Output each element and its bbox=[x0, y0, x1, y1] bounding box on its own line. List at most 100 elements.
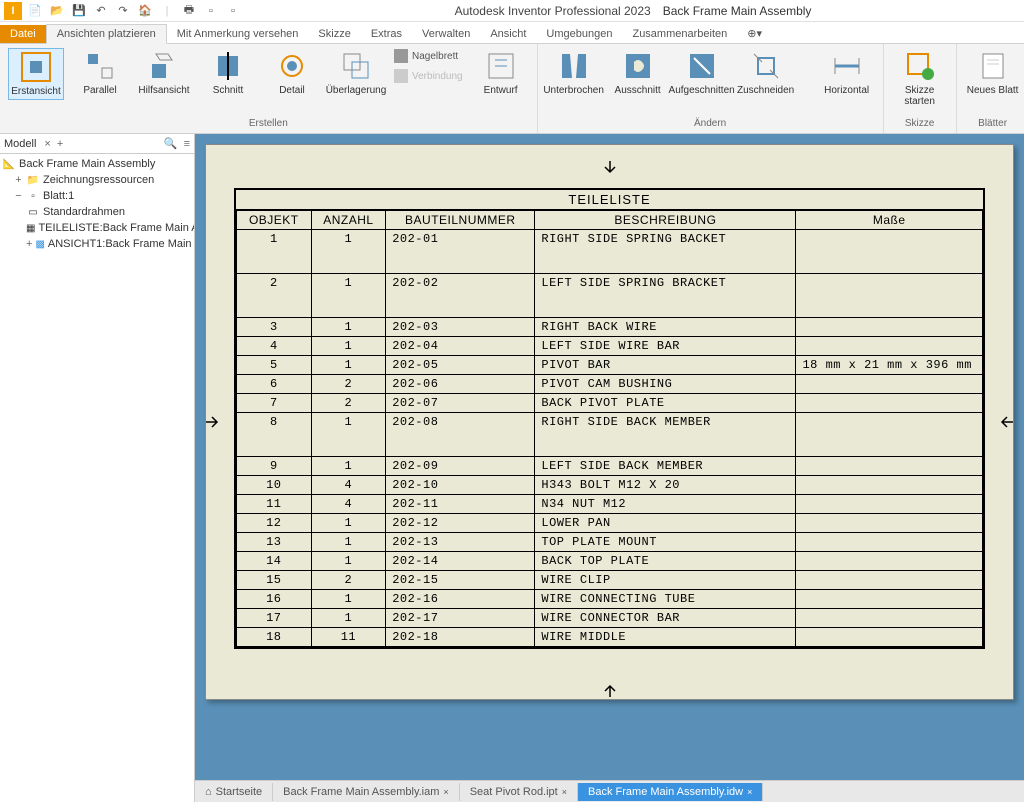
schnitt-button[interactable]: Schnitt bbox=[200, 48, 256, 98]
tab-verwalten[interactable]: Verwalten bbox=[412, 25, 480, 43]
tree-resources[interactable]: +📁Zeichnungsressourcen bbox=[2, 172, 192, 188]
table-row[interactable]: 72202-07BACK PIVOT PLATE bbox=[237, 394, 983, 413]
table-row[interactable]: 41202-04LEFT SIDE WIRE BAR bbox=[237, 337, 983, 356]
tree-root[interactable]: 📐Back Frame Main Assembly bbox=[2, 156, 192, 172]
tab-ansicht[interactable]: Ansicht bbox=[480, 25, 536, 43]
save-icon[interactable]: 💾 bbox=[72, 4, 86, 18]
app-title: Autodesk Inventor Professional 2023 bbox=[455, 4, 651, 18]
close-icon[interactable]: × bbox=[747, 787, 752, 797]
tree-frame[interactable]: ▭Standardrahmen bbox=[2, 204, 192, 220]
print-icon[interactable]: 🖶 bbox=[182, 4, 196, 18]
table-row[interactable]: 91202-09LEFT SIDE BACK MEMBER bbox=[237, 457, 983, 476]
home-icon[interactable]: 🏠 bbox=[138, 4, 152, 18]
home-icon: ⌂ bbox=[205, 786, 212, 798]
file-tab[interactable]: Datei bbox=[0, 25, 46, 43]
tree-blatt[interactable]: −▫Blatt:1 bbox=[2, 188, 192, 204]
horizontal-button[interactable]: Horizontal bbox=[819, 48, 875, 98]
drawing-icon: 📐 bbox=[2, 157, 16, 171]
table-row[interactable]: 51202-05PIVOT BAR18 mm x 21 mm x 396 mm bbox=[237, 356, 983, 375]
tab-collab-icon[interactable]: ⊕▾ bbox=[737, 24, 772, 43]
table-row[interactable]: 121202-12LOWER PAN bbox=[237, 514, 983, 533]
zuschneiden-button[interactable]: Zuschneiden bbox=[738, 48, 794, 98]
app-icon: I bbox=[4, 2, 22, 20]
parallel-button[interactable]: Parallel bbox=[72, 48, 128, 98]
drawing-canvas[interactable]: TEILELISTE OBJEKT ANZAHL BAUTEILNUMMER B… bbox=[195, 134, 1024, 780]
search-icon[interactable]: 🔍 bbox=[164, 137, 178, 150]
tree-teileliste[interactable]: ▦TEILELISTE:Back Frame Main Assemb bbox=[2, 220, 192, 236]
expand-icon[interactable]: + bbox=[26, 238, 32, 250]
table-row[interactable]: 114202-11N34 NUT M12 bbox=[237, 495, 983, 514]
tab-anmerkung[interactable]: Mit Anmerkung versehen bbox=[167, 25, 309, 43]
table-row[interactable]: 11202-01RIGHT SIDE SPRING BACKET bbox=[237, 230, 983, 274]
group-blaetter: Blätter bbox=[965, 116, 1021, 131]
qat-icon[interactable]: ▫ bbox=[204, 4, 218, 18]
tab-zusammen[interactable]: Zusammenarbeiten bbox=[622, 25, 737, 43]
parts-list-title: TEILELISTE bbox=[236, 190, 983, 210]
neues-blatt-label: Neues Blatt bbox=[967, 85, 1019, 96]
table-row[interactable]: 171202-17WIRE CONNECTOR BAR bbox=[237, 609, 983, 628]
tab-ansichten[interactable]: Ansichten platzieren bbox=[46, 24, 167, 44]
zuschneiden-label: Zuschneiden bbox=[737, 85, 794, 96]
ribbon: Erstansicht Parallel Hilfsansicht Schnit… bbox=[0, 44, 1024, 134]
titlebar: I 📄 📂 💾 ↶ ↷ 🏠 | 🖶 ▫ ▫ Autodesk Inventor … bbox=[0, 0, 1024, 22]
nagelbrett-button[interactable]: Nagelbrett bbox=[392, 48, 465, 64]
table-row[interactable]: 104202-10H343 BOLT M12 X 20 bbox=[237, 476, 983, 495]
new-icon[interactable]: 📄 bbox=[28, 4, 42, 18]
neues-blatt-button[interactable]: Neues Blatt bbox=[965, 48, 1021, 98]
collapse-icon[interactable]: − bbox=[14, 190, 23, 202]
browser-close-icon[interactable]: × bbox=[44, 138, 50, 150]
quick-access-toolbar: 📄 📂 💾 ↶ ↷ 🏠 | 🖶 ▫ ▫ bbox=[28, 4, 240, 18]
table-row[interactable]: 1811202-18WIRE MIDDLE bbox=[237, 628, 983, 647]
table-row[interactable]: 131202-13TOP PLATE MOUNT bbox=[237, 533, 983, 552]
horizontal-label: Horizontal bbox=[824, 85, 869, 96]
table-row[interactable]: 161202-16WIRE CONNECTING TUBE bbox=[237, 590, 983, 609]
sep-icon: | bbox=[160, 4, 174, 18]
doc-tab-start[interactable]: ⌂Startseite bbox=[195, 783, 273, 801]
close-icon[interactable]: × bbox=[562, 787, 567, 797]
table-row[interactable]: 81202-08RIGHT SIDE BACK MEMBER bbox=[237, 413, 983, 457]
tab-umgebungen[interactable]: Umgebungen bbox=[536, 25, 622, 43]
detail-label: Detail bbox=[279, 85, 305, 96]
group-skizze: Skizze bbox=[892, 116, 948, 131]
table-row[interactable]: 62202-06PIVOT CAM BUSHING bbox=[237, 375, 983, 394]
frame-icon: ▭ bbox=[26, 205, 40, 219]
col-anzahl: ANZAHL bbox=[311, 211, 386, 230]
entwurf-button[interactable]: Entwurf bbox=[473, 48, 529, 98]
doc-tab-iam[interactable]: Back Frame Main Assembly.iam× bbox=[273, 783, 460, 801]
doc-tab-idw[interactable]: Back Frame Main Assembly.idw× bbox=[578, 783, 763, 801]
ausschnitt-button[interactable]: Ausschnitt bbox=[610, 48, 666, 98]
col-bauteil: BAUTEILNUMMER bbox=[386, 211, 535, 230]
menu-icon[interactable]: ≡ bbox=[184, 138, 190, 150]
aufgeschnitten-button[interactable]: Aufgeschnitten bbox=[674, 48, 730, 98]
close-icon[interactable]: × bbox=[443, 787, 448, 797]
parallel-label: Parallel bbox=[83, 85, 116, 96]
open-icon[interactable]: 📂 bbox=[50, 4, 64, 18]
center-mark-left bbox=[206, 414, 222, 430]
detail-button[interactable]: Detail bbox=[264, 48, 320, 98]
expand-icon[interactable]: + bbox=[14, 174, 23, 186]
browser-add-icon[interactable]: + bbox=[57, 138, 63, 150]
table-row[interactable]: 21202-02LEFT SIDE SPRING BRACKET bbox=[237, 274, 983, 318]
ueberlagerung-button[interactable]: Überlagerung bbox=[328, 48, 384, 98]
undo-icon[interactable]: ↶ bbox=[94, 4, 108, 18]
doc-tab-ipt[interactable]: Seat Pivot Rod.ipt× bbox=[460, 783, 578, 801]
tree-ansicht[interactable]: +▩ANSICHT1:Back Frame Main Assemb bbox=[2, 236, 192, 252]
table-row[interactable]: 152202-15WIRE CLIP bbox=[237, 571, 983, 590]
verbindung-icon bbox=[394, 69, 408, 83]
center-mark-right bbox=[997, 414, 1013, 430]
redo-icon[interactable]: ↷ bbox=[116, 4, 130, 18]
qat-icon2[interactable]: ▫ bbox=[226, 4, 240, 18]
hilfsansicht-button[interactable]: Hilfsansicht bbox=[136, 48, 192, 98]
folder-icon: 📁 bbox=[26, 173, 40, 187]
skizze-starten-button[interactable]: Skizze starten bbox=[892, 48, 948, 109]
table-row[interactable]: 141202-14BACK TOP PLATE bbox=[237, 552, 983, 571]
verbindung-button: Verbindung bbox=[392, 68, 465, 84]
center-mark-top bbox=[602, 161, 618, 177]
erstansicht-button[interactable]: Erstansicht bbox=[8, 48, 64, 100]
tab-skizze[interactable]: Skizze bbox=[308, 25, 360, 43]
table-row[interactable]: 31202-03RIGHT BACK WIRE bbox=[237, 318, 983, 337]
ueberlagerung-label: Überlagerung bbox=[326, 85, 387, 96]
tab-extras[interactable]: Extras bbox=[361, 25, 412, 43]
parts-list[interactable]: TEILELISTE OBJEKT ANZAHL BAUTEILNUMMER B… bbox=[234, 188, 985, 649]
unterbrochen-button[interactable]: Unterbrochen bbox=[546, 48, 602, 98]
